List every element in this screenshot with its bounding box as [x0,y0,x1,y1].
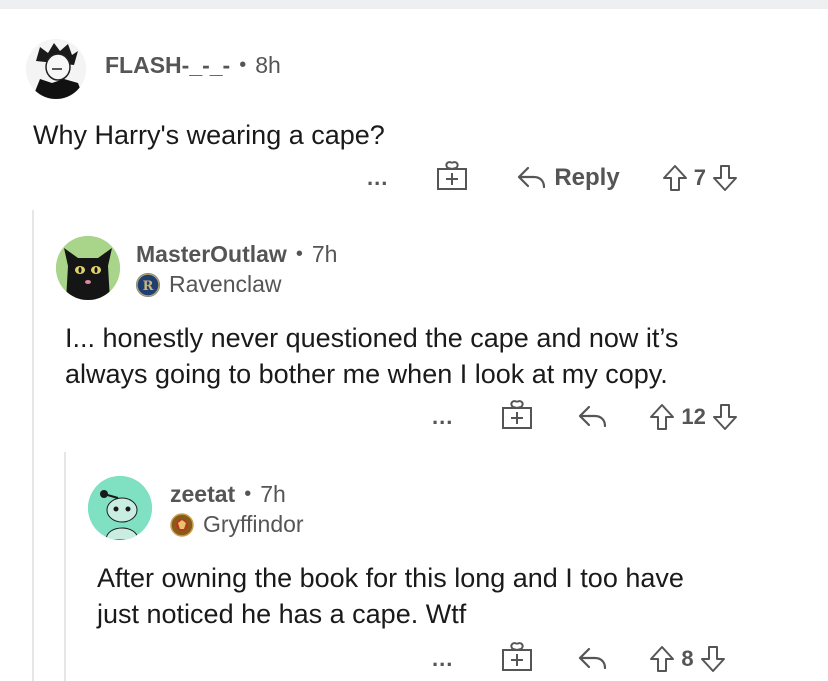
downvote-arrow-icon[interactable] [712,403,738,431]
vote-count: 12 [681,404,706,429]
reply-arrow-icon [518,166,546,189]
flair-label: Ravenclaw [169,271,282,297]
username[interactable]: MasterOutlaw [136,241,287,268]
vote-count: 8 [681,646,694,671]
upvote-arrow-icon[interactable] [649,403,675,431]
reddit-snoo-avatar-icon [88,476,152,540]
cat-avatar-icon [56,236,120,300]
comment-actions: ... 12 [432,399,738,435]
ravenclaw-crest-icon: R [136,272,160,297]
separator-dot: • [295,243,303,265]
comment-meta: MasterOutlaw • 7h [136,241,337,268]
avatar[interactable] [88,476,152,540]
separator-dot: • [239,54,247,76]
award-gift-icon[interactable] [501,641,533,677]
upvote-arrow-icon[interactable] [649,645,675,673]
username[interactable]: zeetat [170,481,235,508]
reply-arrow-icon [579,405,607,428]
vote-controls: 8 [649,645,725,673]
award-gift-icon[interactable] [501,399,533,435]
reply-button[interactable] [577,404,607,430]
top-divider [0,0,828,9]
more-options-button[interactable]: ... [432,646,453,672]
comment-body-line: After owning the book for this long and … [97,563,684,593]
downvote-arrow-icon[interactable] [700,645,726,673]
comment-actions: ... 8 [432,641,726,677]
comment-body: I... honestly never questioned the cape … [65,320,678,392]
vote-count: 7 [693,165,706,190]
comment-actions: ... Reply 7 [367,160,738,196]
user-flair: R Ravenclaw [136,271,282,298]
timestamp: 7h [311,241,338,267]
reply-button[interactable] [577,646,607,672]
svg-text:R: R [143,279,154,294]
vote-controls: 12 [649,403,737,431]
flair-label: Gryffindor [203,511,304,537]
thread-line-level-1[interactable] [32,210,34,681]
gryffindor-crest-icon [170,512,194,537]
comment-body: After owning the book for this long and … [97,560,684,632]
award-gift-icon[interactable] [436,160,468,196]
timestamp: 8h [255,52,281,78]
comment-body: Why Harry's wearing a cape? [33,120,385,150]
reply-button[interactable]: Reply [516,164,620,192]
reply-label: Reply [554,164,620,191]
downvote-arrow-icon[interactable] [712,164,738,192]
user-avatar-icon [26,39,86,99]
more-options-button[interactable]: ... [432,404,453,430]
comment-meta: zeetat • 7h [170,481,286,508]
comment-body-line: always going to bother me when I look at… [65,359,668,389]
vote-controls: 7 [662,164,738,192]
avatar[interactable] [56,236,120,300]
username[interactable]: FLASH-_-_- [105,52,230,79]
timestamp: 7h [260,481,286,507]
avatar[interactable] [26,39,86,99]
separator-dot: • [244,483,252,505]
comment-body-line: just noticed he has a cape. Wtf [97,599,467,629]
comment-body-line: I... honestly never questioned the cape … [65,323,679,353]
reply-arrow-icon [579,647,607,670]
more-options-button[interactable]: ... [367,165,388,191]
thread-line-level-2[interactable] [64,452,66,681]
comment-meta: FLASH-_-_- • 8h [105,52,281,79]
user-flair: Gryffindor [170,511,304,538]
upvote-arrow-icon[interactable] [662,164,688,192]
